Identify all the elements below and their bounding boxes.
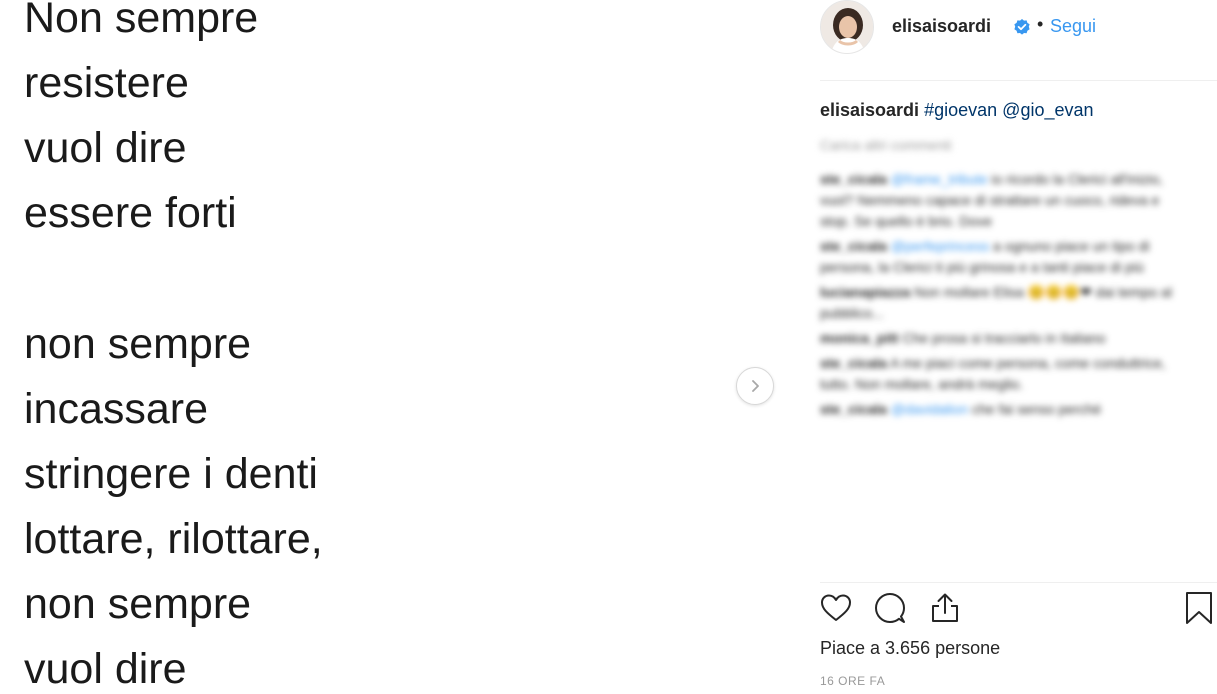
share-button[interactable]	[927, 590, 963, 626]
comment-username[interactable]: ste_cicala	[820, 238, 887, 254]
comment-icon	[875, 593, 905, 623]
comment-text: che fai senso perché	[968, 401, 1102, 417]
chevron-right-icon	[752, 380, 759, 392]
comment-text: Che prosa si tracciarlo in Italiano	[902, 330, 1106, 346]
comment-button[interactable]	[872, 590, 908, 626]
poem-line: vuol dire	[24, 645, 187, 693]
poem-line: incassare	[24, 385, 209, 433]
comment-username[interactable]: lucianapiazza	[820, 284, 910, 300]
share-icon	[932, 593, 958, 622]
post-image: Non sempre resistere vuol dire essere fo…	[0, 0, 780, 694]
comment-username[interactable]: ste_cicala	[820, 401, 887, 417]
comment-item: ste_cicala @davidalion che fai senso per…	[820, 399, 1180, 420]
poem-line: non sempre	[24, 580, 252, 628]
comment-mention[interactable]: @davidalion	[891, 401, 968, 417]
post-timestamp[interactable]: 16 ORE FA	[820, 674, 885, 688]
bookmark-icon	[1186, 592, 1212, 624]
comment-username[interactable]: monica_pitt	[820, 330, 899, 346]
save-button[interactable]	[1181, 590, 1217, 626]
like-button[interactable]	[818, 590, 854, 626]
caption-username[interactable]: elisaisoardi	[820, 100, 919, 120]
verified-badge-icon	[1014, 19, 1030, 35]
caption-hashtag-link[interactable]: #gioevan	[924, 100, 997, 120]
caption-mention-link[interactable]: @gio_evan	[1002, 100, 1093, 120]
comment-item: ste_cicala @perfeprincess a ognuno piace…	[820, 236, 1180, 278]
load-more-comments-button[interactable]: Carica altri commenti	[820, 135, 1180, 155]
post-side-panel: elisaisoardi • Segui elisaisoardi #gioev…	[780, 0, 1217, 694]
comment-item: lucianapiazza Non mollare Elisa 😊😊😊❤ dai…	[820, 282, 1180, 324]
avatar[interactable]	[820, 0, 874, 54]
poem-line: lottare, rilottare,	[24, 515, 323, 563]
poem-line: Non sempre	[24, 0, 259, 42]
likes-count[interactable]: Piace a 3.656 persone	[820, 638, 1000, 659]
comments-list[interactable]: Carica altri commenti ste_cicala @frame_…	[820, 135, 1180, 580]
follow-button[interactable]: Segui	[1050, 16, 1096, 37]
poem-line: stringere i denti	[24, 450, 318, 498]
poem-blank-line	[24, 246, 323, 312]
poem-line: essere forti	[24, 189, 237, 237]
header-username[interactable]: elisaisoardi	[892, 16, 991, 37]
poem-text: Non sempre resistere vuol dire essere fo…	[24, 0, 323, 694]
comment-item: ste_cicala @frame_tribute io ricordo la …	[820, 169, 1180, 232]
comment-username[interactable]: ste_cicala	[820, 355, 887, 371]
heart-icon	[821, 594, 851, 621]
avatar-image	[821, 1, 873, 53]
comment-mention[interactable]: @frame_tribute	[891, 171, 988, 187]
comment-mention[interactable]: @perfeprincess	[891, 238, 989, 254]
carousel-next-button[interactable]	[736, 367, 774, 405]
comment-username[interactable]: ste_cicala	[820, 171, 887, 187]
post-header: elisaisoardi • Segui	[820, 0, 1217, 81]
poem-line: vuol dire	[24, 124, 187, 172]
comment-item: ste_cicala A me piaci come persona, come…	[820, 353, 1180, 395]
separator-dot: •	[1037, 14, 1044, 34]
post-caption: elisaisoardi #gioevan @gio_evan	[820, 100, 1094, 121]
poem-line: non sempre	[24, 320, 252, 368]
actions-divider	[820, 582, 1217, 583]
comment-item: monica_pitt Che prosa si tracciarlo in I…	[820, 328, 1180, 349]
poem-line: resistere	[24, 59, 189, 107]
